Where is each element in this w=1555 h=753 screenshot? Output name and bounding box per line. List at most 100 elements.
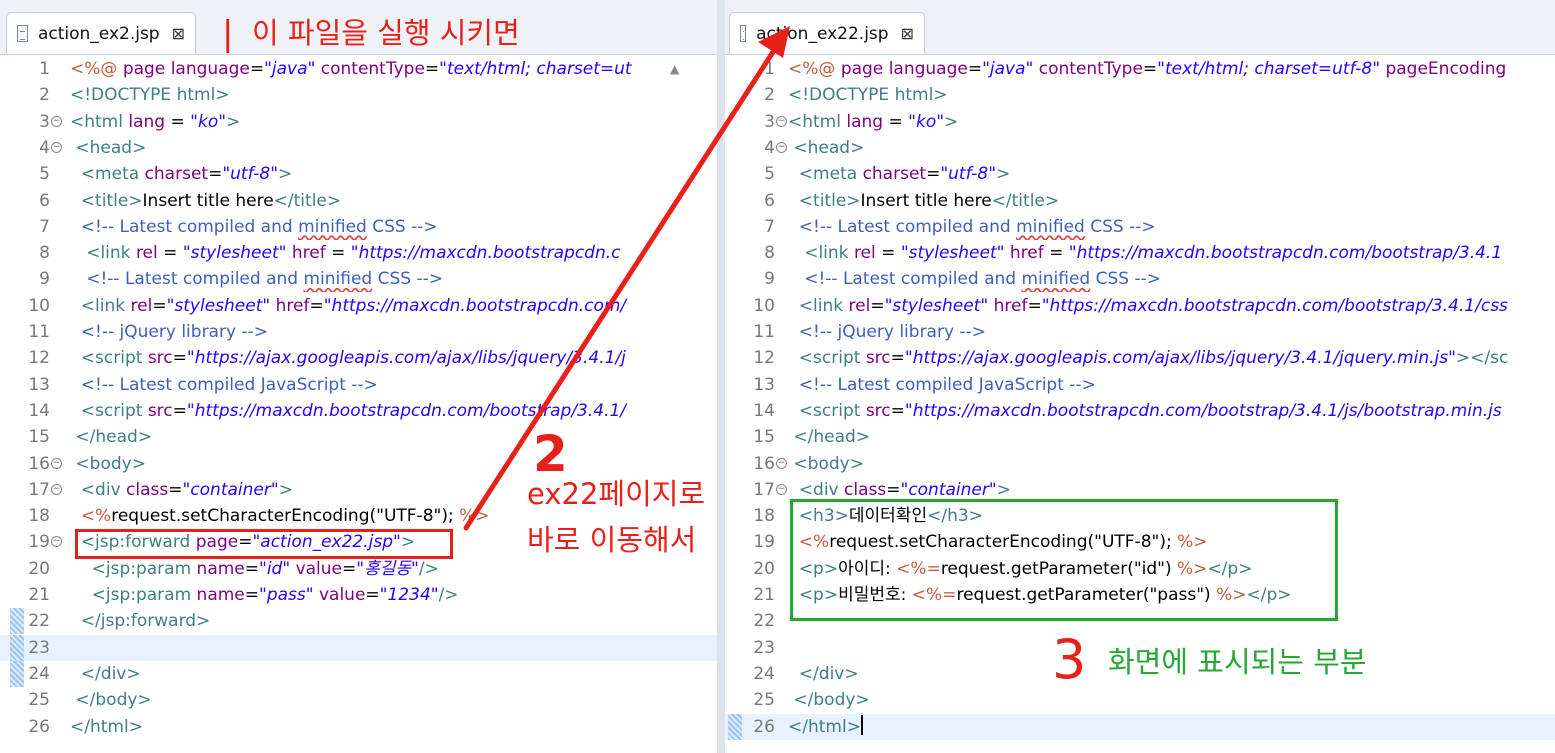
code-token: "https://maxcdn.bootstrapcdn.c	[350, 243, 621, 264]
code-line[interactable]: 3− <html lang = "ko">	[725, 109, 1555, 135]
fold-collapse-icon[interactable]: −	[51, 115, 62, 127]
code-token: "홍길동"	[356, 558, 419, 579]
code-line[interactable]: 9 <!-- Latest compiled and minified CSS …	[725, 266, 1555, 292]
code-text: <jsp:param name="id" value="홍길동"/>	[70, 556, 717, 582]
code-line[interactable]: 21 <jsp:param name="pass" value="1234"/>	[0, 582, 717, 608]
code-line[interactable]: 13 <!-- Latest compiled JavaScript -->	[0, 372, 717, 398]
code-token: =	[890, 400, 905, 421]
code-line[interactable]: 4− <head>	[725, 135, 1555, 161]
code-line[interactable]: 5 <meta charset="utf-8">	[0, 161, 717, 187]
code-line[interactable]: 7 <!-- Latest compiled and minified CSS …	[725, 214, 1555, 240]
line-number: 24	[28, 663, 50, 684]
tab-action-ex2[interactable]: action_ex2.jsp ⊠	[6, 12, 196, 54]
code-line[interactable]: 10 <link rel="stylesheet" href="https://…	[725, 293, 1555, 319]
code-line[interactable]: 24 </div>	[0, 660, 717, 687]
line-number: 16	[28, 453, 50, 474]
code-text: <html lang = "ko">	[70, 109, 717, 135]
code-line[interactable]: 26 </html>	[725, 713, 1555, 740]
code-text: <%@ page language="java" contentType="te…	[788, 56, 1555, 82]
code-line[interactable]: 12 <script src="https://ajax.googleapis.…	[725, 345, 1555, 371]
close-icon[interactable]: ⊠	[172, 24, 185, 43]
code-token: "https://ajax.googleapis.com/ajax/libs/j…	[186, 348, 626, 369]
code-line[interactable]: 1 <%@ page language="java" contentType="t…	[0, 56, 717, 82]
code-line[interactable]: 3− <html lang = "ko">	[0, 109, 717, 135]
code-line[interactable]: 12 <script src="https://ajax.googleapis.…	[0, 345, 717, 371]
code-text: <meta charset="utf-8">	[788, 161, 1555, 187]
code-line[interactable]: 25 </body>	[0, 687, 717, 713]
code-token: <!-- Latest compiled and	[788, 216, 1017, 237]
code-line[interactable]: 11 <!-- jQuery library -->	[0, 319, 717, 345]
line-number: 1	[764, 59, 775, 79]
line-number: 13	[753, 374, 775, 395]
code-token: <script	[788, 400, 866, 421]
code-token: %>	[459, 506, 490, 527]
code-token: <script	[788, 348, 866, 369]
code-line[interactable]: 5 <meta charset="utf-8">	[725, 161, 1555, 187]
code-token: <body>	[788, 453, 864, 474]
code-line[interactable]: 20 <jsp:param name="id" value="홍길동"/>	[0, 556, 717, 582]
code-line[interactable]: 1 <%@ page language="java" contentType="t…	[725, 56, 1555, 82]
code-line[interactable]: 2 <!DOCTYPE html>	[0, 82, 717, 108]
code-line[interactable]: 2 <!DOCTYPE html>	[725, 82, 1555, 108]
code-line[interactable]: 4− <head>	[0, 135, 717, 161]
fold-collapse-icon[interactable]: −	[51, 457, 62, 469]
code-token: =	[886, 479, 901, 500]
code-line[interactable]: 14 <script src="https://maxcdn.bootstrap…	[725, 398, 1555, 424]
pane-divider[interactable]	[717, 0, 725, 753]
fold-collapse-icon[interactable]: −	[776, 457, 787, 469]
annotation-step3-mark: 3	[1052, 628, 1087, 691]
code-token: <body>	[70, 453, 146, 474]
line-number: 7	[764, 216, 775, 237]
code-token: =	[424, 59, 440, 79]
code-token: "1234"	[379, 585, 439, 605]
code-line[interactable]: 15 </head>	[725, 424, 1555, 450]
code-line[interactable]: 6 <title>Insert title here</title>	[0, 188, 717, 214]
code-line[interactable]: 16− <body>	[725, 451, 1555, 477]
code-text: </head>	[788, 424, 1555, 450]
code-token: language	[170, 59, 250, 79]
fold-collapse-icon[interactable]: −	[51, 141, 62, 153]
code-token: rel	[853, 243, 876, 264]
code-line[interactable]: 6 <title>Insert title here</title>	[725, 188, 1555, 214]
code-token: =	[208, 164, 223, 185]
code-line[interactable]: 25 </body>	[725, 687, 1555, 713]
code-token: =	[1142, 59, 1158, 79]
line-number: 4	[39, 137, 50, 158]
code-text: <script src="https://maxcdn.bootstrapcdn…	[70, 398, 717, 424]
code-token: <!-- jQuery library -->	[70, 322, 268, 342]
code-token: <!DOCTYPE html>	[70, 85, 230, 106]
code-line[interactable]: 26 </html>	[0, 714, 717, 740]
code-line[interactable]: 11 <!-- jQuery library -->	[725, 319, 1555, 345]
fold-collapse-icon[interactable]: −	[51, 483, 62, 495]
tab-action-ex22[interactable]: action_ex22.jsp ⊠	[729, 12, 925, 54]
scroll-up-arrow-icon[interactable]: ▲	[670, 62, 679, 76]
code-text: <head>	[70, 135, 717, 161]
code-token: "ko"	[908, 111, 945, 132]
right-editor-pane: action_ex22.jsp ⊠ 1 <%@ page language="ja…	[725, 0, 1555, 753]
fold-collapse-icon[interactable]: −	[776, 115, 787, 127]
close-icon[interactable]: ⊠	[901, 24, 914, 43]
code-line[interactable]: 16− <body>	[0, 451, 717, 477]
code-line[interactable]: 22 </jsp:forward>	[0, 608, 717, 635]
code-token: minified	[1016, 216, 1085, 237]
fold-collapse-icon[interactable]: −	[51, 536, 62, 548]
code-token: >	[996, 479, 1011, 500]
fold-collapse-icon[interactable]: −	[776, 483, 787, 495]
code-token: <jsp:param	[70, 585, 197, 605]
code-token: CSS -->	[1084, 216, 1156, 237]
code-line[interactable]: 8 <link rel = "stylesheet" href = "https…	[725, 240, 1555, 266]
code-token: >	[996, 164, 1011, 185]
line-number: 10	[28, 295, 50, 316]
code-line[interactable]: 9 <!-- Latest compiled and minified CSS …	[0, 266, 717, 292]
fold-collapse-icon[interactable]: −	[776, 141, 787, 153]
code-line[interactable]: 10 <link rel="stylesheet" href="https://…	[0, 293, 717, 319]
left-code-editor[interactable]: 1 <%@ page language="java" contentType="t…	[0, 56, 717, 753]
code-line[interactable]: 23	[0, 634, 717, 661]
code-line[interactable]: 7 <!-- Latest compiled and minified CSS …	[0, 214, 717, 240]
code-token: contentType	[320, 59, 425, 79]
code-line[interactable]: 15 </head>	[0, 424, 717, 450]
code-line[interactable]: 13 <!-- Latest compiled JavaScript -->	[725, 372, 1555, 398]
code-line[interactable]: 8 <link rel = "stylesheet" href = "https…	[0, 240, 717, 266]
code-line[interactable]: 14 <script src="https://maxcdn.bootstrap…	[0, 398, 717, 424]
code-token: src	[147, 348, 173, 369]
